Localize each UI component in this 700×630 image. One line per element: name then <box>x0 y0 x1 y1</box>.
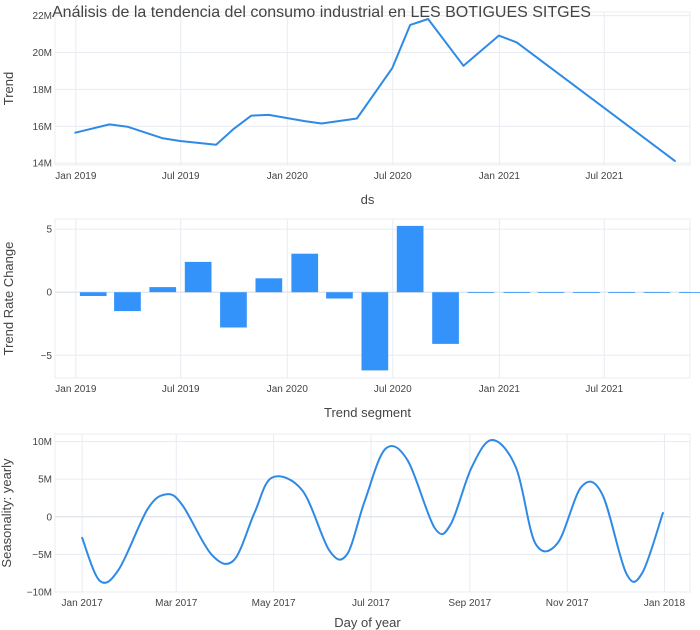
x-tick-label: Sep 2017 <box>448 598 491 609</box>
x-tick-label: Jul 2021 <box>585 384 623 395</box>
x-tick-label: May 2017 <box>252 598 296 609</box>
x-tick-label: Jul 2019 <box>162 171 200 182</box>
trend-rate-bar <box>608 292 635 293</box>
trend-rate-bar <box>432 292 459 344</box>
x-tick-label: Mar 2017 <box>155 598 198 609</box>
x-tick-label: Jan 2019 <box>55 384 97 395</box>
figure: Jan 2019 Jul 2019 Jan 2020 Jul 2020 Jan 2021… <box>0 4 700 630</box>
trend-rate-bar <box>537 292 565 293</box>
trend-rate-bar <box>573 292 600 293</box>
y-tick-label: 22M <box>33 11 52 22</box>
x-tick-label: Jan 2021 <box>479 384 521 395</box>
y-axis-title: Trend <box>1 72 16 105</box>
x-tick-label: Jan 2019 <box>55 171 97 182</box>
trend-rate-bar <box>467 292 495 293</box>
x-axis-title: Trend segment <box>324 405 411 420</box>
x-tick-label: Jul 2020 <box>374 384 412 395</box>
plot-frame-3 <box>54 433 691 593</box>
trend-rate-bar <box>326 292 353 299</box>
trend-rate-bar <box>503 292 531 293</box>
x-tick-label: Jan 2020 <box>267 171 309 182</box>
y-tick-label: 14M <box>33 159 52 170</box>
x-tick-label: Jan 2020 <box>267 384 309 395</box>
y-tick-label: 5 <box>46 225 52 236</box>
chart-title: Análisis de la tendencia del consumo ind… <box>52 4 591 21</box>
x-tick-label: Jan 2017 <box>62 598 104 609</box>
y-tick-label: 10M <box>33 437 52 448</box>
trend-rate-bar <box>291 253 319 293</box>
trend-rate-bar <box>396 225 424 293</box>
y-tick-label: 16M <box>33 122 52 133</box>
x-tick-label: Jul 2020 <box>374 171 412 182</box>
trend-rate-bar <box>114 292 141 312</box>
x-tick-label: Jan 2021 <box>479 171 521 182</box>
trend-rate-bar <box>79 292 107 296</box>
x-tick-label: Jul 2021 <box>585 171 623 182</box>
trend-rate-bar <box>679 292 700 293</box>
y-tick-label: −5M <box>32 550 52 561</box>
seasonality-line <box>81 439 664 584</box>
y-tick-label: 0 <box>46 512 52 523</box>
trend-rate-bar <box>255 278 283 293</box>
y-tick-label: 0 <box>46 288 52 299</box>
plot-frame-1 <box>54 11 691 166</box>
trend-rate-bar <box>361 292 389 371</box>
trend-rate-bar <box>149 287 177 293</box>
x-tick-label: Jan 2018 <box>644 598 686 609</box>
y-axis-title: Trend Rate Change <box>1 242 16 356</box>
x-tick-label: Jul 2019 <box>162 384 200 395</box>
x-axis-title: Day of year <box>334 615 401 630</box>
y-tick-label: 18M <box>33 85 52 96</box>
trend-rate-bar <box>184 261 212 293</box>
x-tick-label: Jul 2017 <box>352 598 390 609</box>
y-tick-label: −10M <box>27 588 52 599</box>
trend-rate-bar <box>220 292 247 328</box>
x-axis-title: ds <box>361 192 375 207</box>
trend-line <box>74 18 676 162</box>
y-tick-label: −5 <box>41 351 53 362</box>
marks-layer <box>74 18 700 584</box>
y-tick-label: 5M <box>38 475 52 486</box>
y-tick-label: 20M <box>33 48 52 59</box>
trend-rate-bar <box>643 292 671 293</box>
y-axis-title: Seasonality: yearly <box>0 458 14 568</box>
text-layer: Jan 2019 Jul 2019 Jan 2020 Jul 2020 Jan 2021… <box>0 11 685 630</box>
x-tick-label: Nov 2017 <box>546 598 589 609</box>
